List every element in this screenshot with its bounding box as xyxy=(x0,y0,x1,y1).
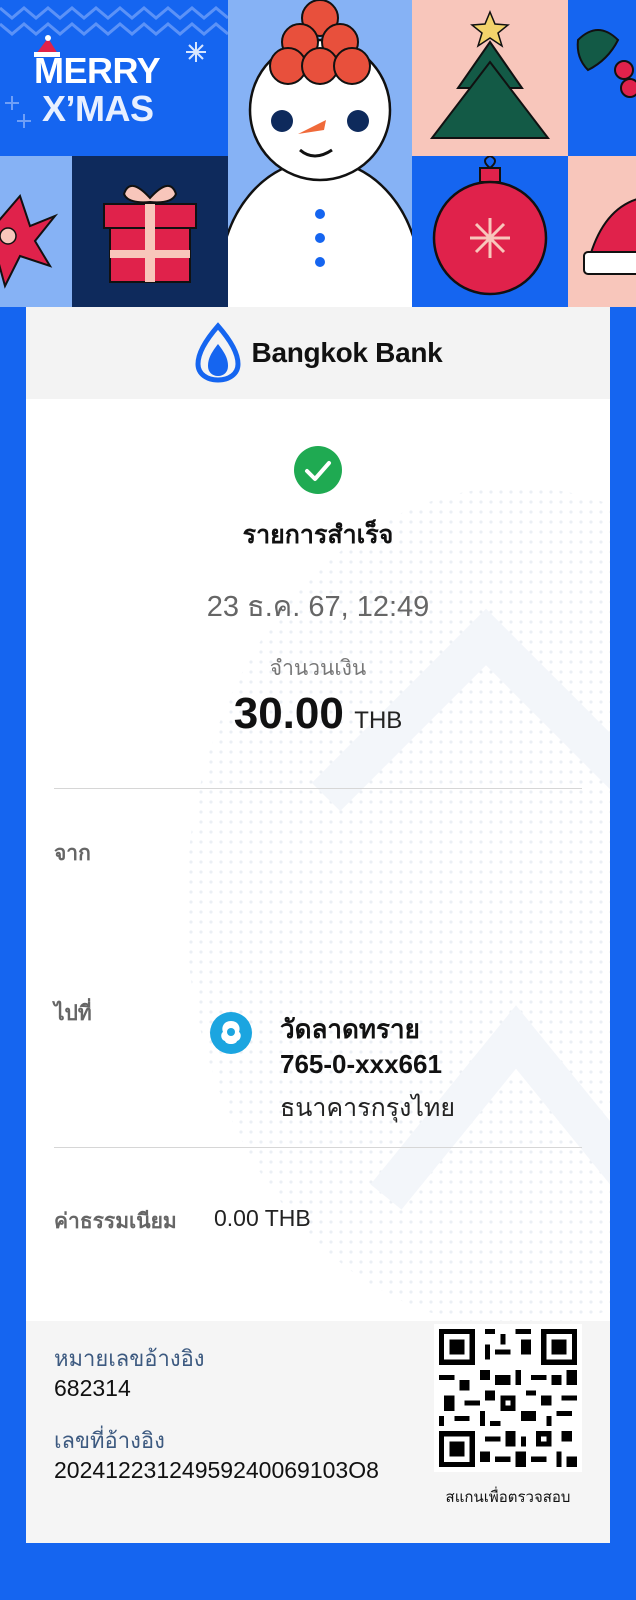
receipt-card: Bangkok Bank รายการสำเร็จ 23 ธ.ค. 67, 12… xyxy=(26,307,610,1543)
ornament-icon xyxy=(432,156,548,296)
banner-tile-hat xyxy=(568,156,636,307)
qr-code-icon[interactable] xyxy=(434,1324,582,1472)
amount-label: จำนวนเงิน xyxy=(269,657,367,680)
to-label: ไปที่ xyxy=(54,1002,92,1025)
krungthai-bank-icon xyxy=(210,1012,252,1054)
poinsettia-icon xyxy=(0,194,59,289)
receipt-header: Bangkok Bank xyxy=(26,307,610,399)
status-title: รายการสำเร็จ xyxy=(242,521,394,549)
reference-id-value: 20241223124959240069103O8 xyxy=(54,1457,379,1483)
recipient-account: 765-0-xxx661 xyxy=(280,1049,442,1079)
reference-number-label: หมายเลขอ้างอิง xyxy=(54,1346,205,1371)
divider xyxy=(54,788,582,789)
greeting-line-1: MERRY xyxy=(34,50,161,91)
banner-tile-gift xyxy=(72,156,228,307)
amount-value: 30.00 xyxy=(233,689,344,738)
reference-number-value: 682314 xyxy=(54,1375,131,1401)
snowman-icon xyxy=(228,0,412,307)
gift-icon xyxy=(103,185,197,283)
amount: 30.00 THB xyxy=(26,689,610,739)
recipient-name: วัดลาดทราย xyxy=(280,1014,420,1044)
fee-label: ค่าธรรมเนียม xyxy=(54,1210,177,1233)
bangkok-bank-lotus-icon xyxy=(195,322,241,383)
santa-hat-icon xyxy=(583,198,636,275)
christmas-banner: MERRY X’MAS xyxy=(0,0,636,307)
divider xyxy=(54,1147,582,1148)
banner-tile-poinsettia xyxy=(0,156,72,307)
holly-icon xyxy=(576,29,636,98)
amount-currency: THB xyxy=(354,707,403,734)
greeting-text: MERRY X’MAS xyxy=(34,50,161,129)
reference-id-label: เลขที่อ้างอิง xyxy=(54,1428,165,1453)
check-circle-icon xyxy=(294,446,342,494)
from-label: จาก xyxy=(54,842,91,865)
banner-tile-snowman xyxy=(228,0,412,307)
greeting-line-2: X’MAS xyxy=(42,88,154,129)
brand: Bangkok Bank xyxy=(26,307,610,399)
brand-name: Bangkok Bank xyxy=(251,337,443,368)
recipient-bank: ธนาคารกรุงไทย xyxy=(280,1094,456,1122)
banner-tile-greeting: MERRY X’MAS xyxy=(0,0,228,156)
banner-tile-tree xyxy=(412,0,568,156)
christmas-tree-icon xyxy=(429,10,551,139)
banner-tile-holly xyxy=(568,0,636,156)
fee-value: 0.00 THB xyxy=(214,1205,311,1231)
transaction-datetime: 23 ธ.ค. 67, 12:49 xyxy=(206,591,430,623)
banner-tile-ornament xyxy=(412,156,568,307)
qr-caption: สแกนเพื่อตรวจสอบ xyxy=(445,1489,571,1506)
